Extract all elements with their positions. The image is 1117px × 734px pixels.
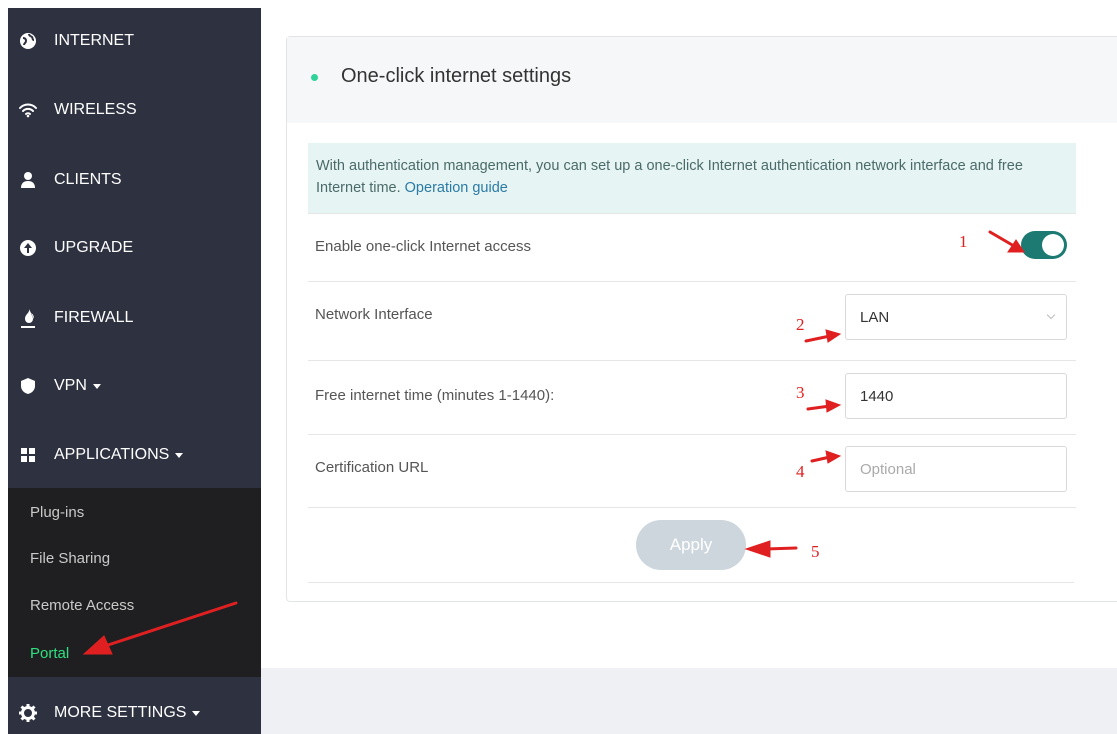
info-banner: With authentication management, you can … [308, 143, 1076, 213]
user-icon [17, 169, 39, 191]
sidebar-item-applications[interactable]: APPLICATIONS [8, 430, 261, 480]
sidebar-item-more-settings[interactable]: MORE SETTINGS [8, 688, 261, 734]
card-title: One-click internet settings [341, 65, 572, 87]
submenu-item-plug-ins[interactable]: Plug-ins [30, 504, 84, 521]
submenu-item-file-sharing[interactable]: File Sharing [30, 550, 110, 567]
page: INTERNET WIRELESS CLIENTS UPGRADE FIREWA… [0, 0, 1117, 734]
free-time-input[interactable] [845, 373, 1067, 419]
sidebar-item-firewall[interactable]: FIREWALL [8, 293, 261, 343]
network-label: Network Interface [315, 306, 433, 323]
sidebar-item-upgrade[interactable]: UPGRADE [8, 223, 261, 273]
network-value: LAN [860, 308, 890, 326]
chevron-down-icon [1046, 310, 1056, 320]
certification-url-input[interactable] [845, 446, 1067, 492]
applications-submenu: Plug-ins File Sharing Remote Access Port… [8, 488, 261, 677]
sidebar-item-label: UPGRADE [54, 239, 134, 256]
free-time-label: Free internet time (minutes 1-1440): [315, 387, 555, 404]
settings-card: One-click internet settings With authent… [286, 36, 1117, 602]
apply-button[interactable]: Apply [636, 520, 746, 570]
wifi-icon [17, 99, 39, 121]
sidebar-item-label: APPLICATIONS [54, 446, 170, 463]
annotation-number: 3 [796, 383, 805, 402]
fire-icon [17, 307, 39, 329]
card-header: One-click internet settings [287, 37, 1117, 123]
top-strip [0, 0, 1117, 8]
sidebar-item-label: VPN [54, 377, 87, 394]
submenu-item-remote-access[interactable]: Remote Access [30, 597, 134, 614]
grid-icon [17, 444, 39, 466]
sidebar-item-label: MORE SETTINGS [54, 704, 187, 721]
annotation-number: 4 [796, 462, 805, 481]
network-interface-select[interactable]: LAN [845, 294, 1067, 340]
gear-icon [17, 702, 39, 724]
sidebar-item-label: INTERNET [54, 32, 134, 49]
sidebar-item-label: FIREWALL [54, 309, 134, 326]
enable-toggle[interactable] [1021, 231, 1067, 259]
sidebar: INTERNET WIRELESS CLIENTS UPGRADE FIREWA… [8, 8, 261, 734]
divider [308, 582, 1074, 583]
sidebar-item-wireless[interactable]: WIRELESS [8, 85, 261, 135]
sidebar-item-clients[interactable]: CLIENTS [8, 155, 261, 205]
divider [308, 507, 1076, 508]
free-time-input-field[interactable] [860, 387, 1052, 405]
status-dot [311, 74, 318, 81]
enable-label: Enable one-click Internet access [315, 238, 531, 255]
shield-icon [17, 375, 39, 397]
sidebar-item-label: WIRELESS [54, 101, 137, 118]
caret-down-icon [92, 383, 101, 389]
caret-down-icon [192, 710, 201, 716]
upgrade-icon [17, 237, 39, 259]
sidebar-item-vpn[interactable]: VPN [8, 361, 261, 411]
annotation-number: 5 [811, 542, 820, 561]
operation-guide-link[interactable]: Operation guide [405, 180, 508, 196]
caret-down-icon [175, 452, 184, 458]
main-background [261, 668, 1117, 734]
certification-url-field[interactable] [860, 460, 1052, 478]
sidebar-item-label: CLIENTS [54, 171, 122, 188]
annotation-number: 2 [796, 315, 805, 334]
annotation-number: 1 [959, 232, 968, 251]
sidebar-item-internet[interactable]: INTERNET [8, 16, 261, 66]
cert-label: Certification URL [315, 459, 429, 476]
submenu-item-portal[interactable]: Portal [30, 645, 69, 662]
toggle-knob [1042, 234, 1064, 256]
globe-icon [17, 30, 39, 52]
